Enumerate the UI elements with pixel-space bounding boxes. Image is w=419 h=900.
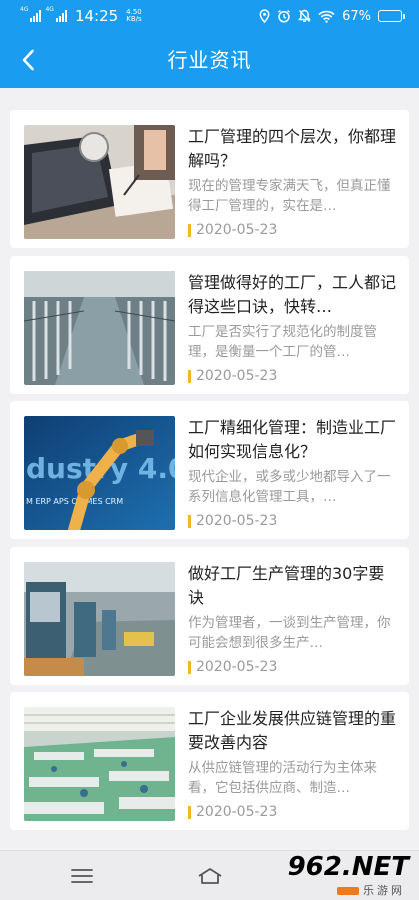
- article-summary: 现在的管理专家满天飞，但真正懂得工厂管理的，实在是…: [188, 178, 391, 214]
- menu-icon: [71, 869, 93, 883]
- home-button[interactable]: [190, 861, 230, 891]
- sim1-label: 4G: [20, 6, 29, 13]
- article-summary: 现代企业，或多或少地都导入了一系列信息化管理工具，…: [188, 469, 391, 505]
- location-icon: [259, 9, 270, 23]
- watermark-subtitle: 乐游网: [337, 882, 405, 898]
- signal-icon: [55, 10, 67, 22]
- page-title: 行业资讯: [167, 48, 252, 72]
- article-thumbnail: [24, 561, 175, 676]
- nav-bar: 行业资讯: [0, 32, 419, 88]
- article-date: 2020-05-23: [188, 220, 277, 240]
- app-header: 4G 4G 14:25 4.50 KB/s 67% 行业资讯: [0, 0, 419, 88]
- article-date: 2020-05-23: [188, 366, 277, 386]
- watermark-logo: 962.NET 乐游网: [283, 852, 413, 898]
- status-left: 4G 4G 14:25 4.50 KB/s: [20, 6, 142, 26]
- image-caption-systems: M ERP APS OA MES CRM: [26, 497, 123, 506]
- signal-icon: [30, 10, 42, 22]
- article-card[interactable]: 工厂管理的四个层次，你都理解吗？ 现在的管理专家满天飞，但真正懂得工厂管理的，实…: [10, 110, 409, 248]
- article-title: 工厂精细化管理：制造业工厂如何实现信息化？: [188, 418, 397, 461]
- article-thumbnail: [24, 125, 175, 239]
- sim2-label: 4G: [45, 6, 54, 13]
- alarm-icon: [278, 9, 291, 23]
- article-title: 做好工厂生产管理的30字要诀: [188, 563, 385, 607]
- chevron-left-icon: [22, 49, 34, 71]
- home-icon: [198, 868, 222, 884]
- article-card[interactable]: 工厂企业发展供应链管理的重要改善内容 从供应链管理的活动行为主体来看，它包括供应…: [10, 692, 409, 830]
- mute-bell-icon: [298, 9, 311, 22]
- wifi-icon: [318, 10, 335, 23]
- article-list: 工厂管理的四个层次，你都理解吗？ 现在的管理专家满天飞，但真正懂得工厂管理的，实…: [10, 110, 409, 838]
- net-speed-unit: KB/s: [126, 15, 142, 23]
- article-date: 2020-05-23: [188, 657, 277, 677]
- status-right: 67%: [259, 9, 405, 24]
- article-summary: 工厂是否实行了规范化的制度管理，是衡量一个工厂的管…: [188, 323, 377, 360]
- back-button[interactable]: [12, 44, 44, 76]
- battery-icon: [378, 10, 405, 22]
- article-summary: 从供应链管理的活动行为主体来看，它包括供应商、制造…: [188, 760, 377, 796]
- article-title: 工厂管理的四个层次，你都理解吗？: [188, 127, 397, 170]
- article-thumbnail: [24, 707, 175, 821]
- article-thumbnail: dustry 4.0 M ERP APS OA MES CRM: [24, 416, 175, 530]
- article-date: 2020-05-23: [188, 511, 277, 531]
- battery-percent: 67%: [342, 8, 371, 24]
- status-bar: 4G 4G 14:25 4.50 KB/s 67%: [0, 0, 419, 32]
- clock: 14:25: [74, 7, 119, 25]
- article-summary: 作为管理者，一谈到生产管理，你可能会想到很多生产…: [188, 614, 391, 651]
- menu-button[interactable]: [62, 861, 102, 891]
- article-date: 2020-05-23: [188, 802, 277, 822]
- article-thumbnail: [24, 270, 175, 385]
- watermark-brand: 962.NET: [287, 852, 409, 882]
- net-speed: 4.50 KB/s: [126, 9, 142, 23]
- article-card[interactable]: 做好工厂生产管理的30字要诀 作为管理者，一谈到生产管理，你可能会想到很多生产……: [10, 546, 409, 685]
- article-card[interactable]: dustry 4.0 M ERP APS OA MES CRM 工厂精细化管理：…: [10, 401, 409, 539]
- article-card[interactable]: 管理做得好的工厂，工人都记得这些口诀，快转… 工厂是否实行了规范化的制度管理，是…: [10, 255, 409, 394]
- article-title: 管理做得好的工厂，工人都记得这些口诀，快转…: [188, 272, 397, 316]
- article-title: 工厂企业发展供应链管理的重要改善内容: [188, 709, 397, 752]
